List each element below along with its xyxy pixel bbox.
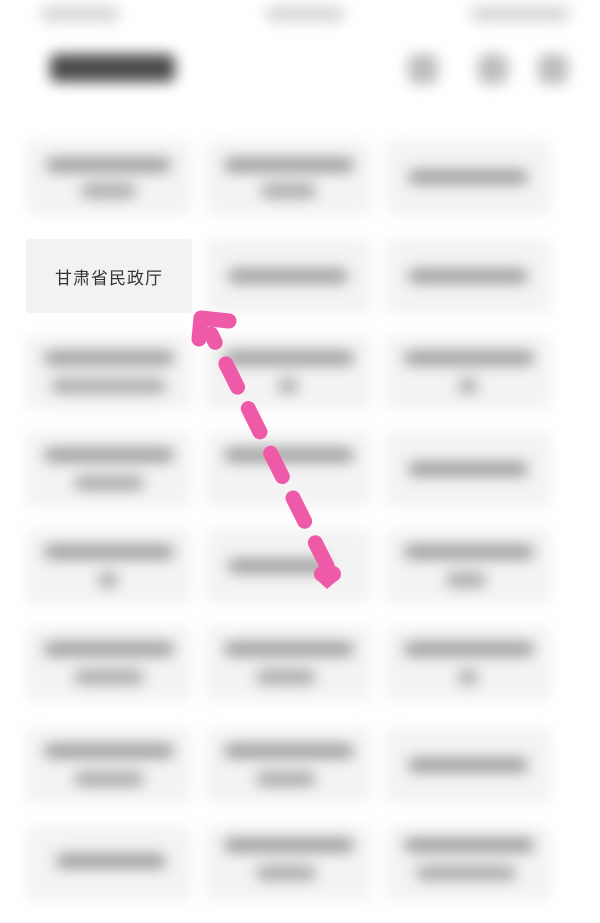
grid-item[interactable] <box>206 335 371 410</box>
grid-item[interactable] <box>206 432 371 507</box>
grid-item[interactable] <box>386 626 551 701</box>
grid-item[interactable] <box>206 239 371 314</box>
department-grid <box>0 0 600 923</box>
blurred-background <box>0 0 600 923</box>
grid-item[interactable] <box>386 826 551 901</box>
grid-item[interactable] <box>26 432 191 507</box>
grid-item[interactable] <box>206 826 371 901</box>
grid-item[interactable] <box>386 335 551 410</box>
grid-item-focused[interactable]: 甘肃省民政厅 <box>26 239 192 313</box>
grid-item[interactable] <box>26 728 191 803</box>
grid-item[interactable] <box>386 140 551 215</box>
grid-item[interactable] <box>386 529 551 604</box>
focused-item-label: 甘肃省民政厅 <box>55 268 163 289</box>
grid-item[interactable] <box>26 529 191 604</box>
grid-item[interactable] <box>386 239 551 314</box>
grid-item[interactable] <box>206 626 371 701</box>
grid-item[interactable] <box>206 728 371 803</box>
grid-item[interactable] <box>206 529 371 604</box>
grid-item[interactable] <box>26 626 191 701</box>
grid-item[interactable] <box>386 728 551 803</box>
grid-item[interactable] <box>206 140 371 215</box>
grid-item[interactable] <box>26 140 191 215</box>
grid-item[interactable] <box>386 432 551 507</box>
grid-item[interactable] <box>26 826 191 901</box>
grid-item[interactable] <box>26 335 191 410</box>
